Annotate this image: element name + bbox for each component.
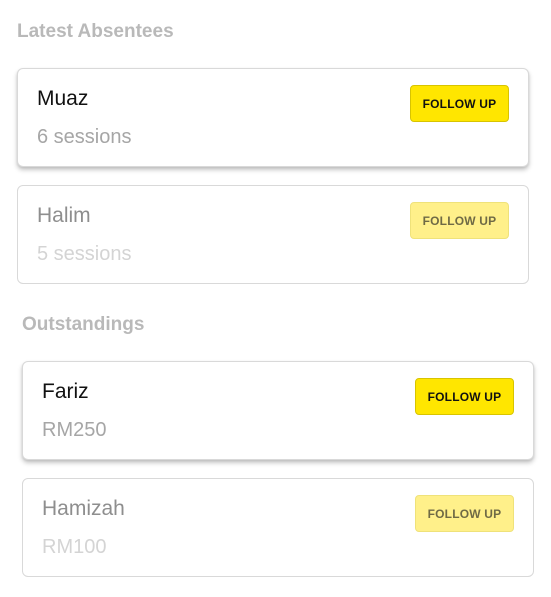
outstanding-card-hamizah[interactable]: Hamizah RM100 FOLLOW UP xyxy=(22,478,534,577)
section-title-latest-absentees: Latest Absentees xyxy=(17,21,174,42)
absentee-sessions: 5 sessions xyxy=(37,243,132,265)
absentee-card-muaz[interactable]: Muaz 6 sessions FOLLOW UP xyxy=(17,68,529,167)
outstanding-amount: RM100 xyxy=(42,536,107,558)
absentee-card-halim[interactable]: Halim 5 sessions FOLLOW UP xyxy=(17,185,529,284)
absentee-sessions: 6 sessions xyxy=(37,126,132,148)
follow-up-button[interactable]: FOLLOW UP xyxy=(410,202,509,239)
outstanding-name: Hamizah xyxy=(42,497,125,520)
follow-up-button[interactable]: FOLLOW UP xyxy=(415,495,514,532)
absentee-name: Halim xyxy=(37,204,91,227)
outstanding-card-fariz[interactable]: Fariz RM250 FOLLOW UP xyxy=(22,361,534,460)
follow-up-button[interactable]: FOLLOW UP xyxy=(410,85,509,122)
absentee-name: Muaz xyxy=(37,87,89,110)
follow-up-button[interactable]: FOLLOW UP xyxy=(415,378,514,415)
section-title-outstandings: Outstandings xyxy=(22,314,145,335)
page: Latest Absentees Muaz 6 sessions FOLLOW … xyxy=(0,0,551,597)
outstanding-name: Fariz xyxy=(42,380,89,403)
outstanding-amount: RM250 xyxy=(42,419,107,441)
